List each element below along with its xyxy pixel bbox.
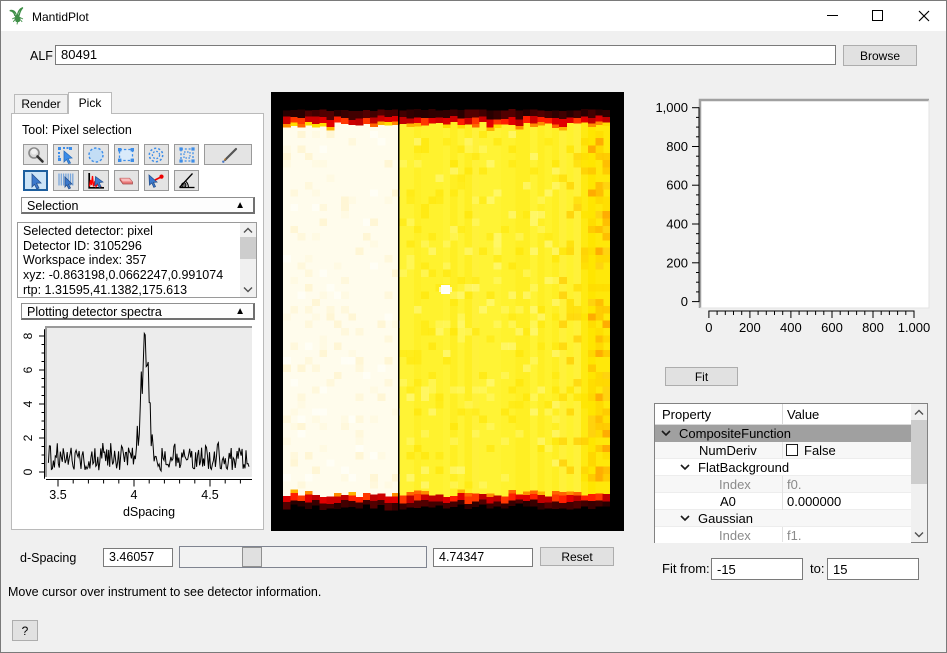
svg-text:4: 4 [131, 488, 138, 502]
svg-text:800: 800 [666, 139, 688, 154]
svg-text:600: 600 [821, 320, 843, 335]
svg-text:1,000: 1,000 [655, 100, 688, 115]
svg-text:3.5: 3.5 [49, 488, 66, 502]
svg-text:200: 200 [739, 320, 761, 335]
svg-text:600: 600 [666, 178, 688, 193]
svg-text:800: 800 [862, 320, 884, 335]
svg-text:2: 2 [21, 434, 35, 441]
svg-text:400: 400 [780, 320, 802, 335]
svg-text:6: 6 [21, 366, 35, 373]
svg-text:1.000: 1.000 [898, 320, 931, 335]
svg-text:0: 0 [681, 294, 688, 309]
svg-text:400: 400 [666, 217, 688, 232]
svg-text:0: 0 [705, 320, 712, 335]
svg-text:0: 0 [21, 468, 35, 475]
svg-text:4.5: 4.5 [201, 488, 218, 502]
svg-text:8: 8 [21, 332, 35, 339]
svg-text:dSpacing: dSpacing [123, 505, 175, 519]
svg-text:200: 200 [666, 255, 688, 270]
svg-text:4: 4 [21, 400, 35, 407]
